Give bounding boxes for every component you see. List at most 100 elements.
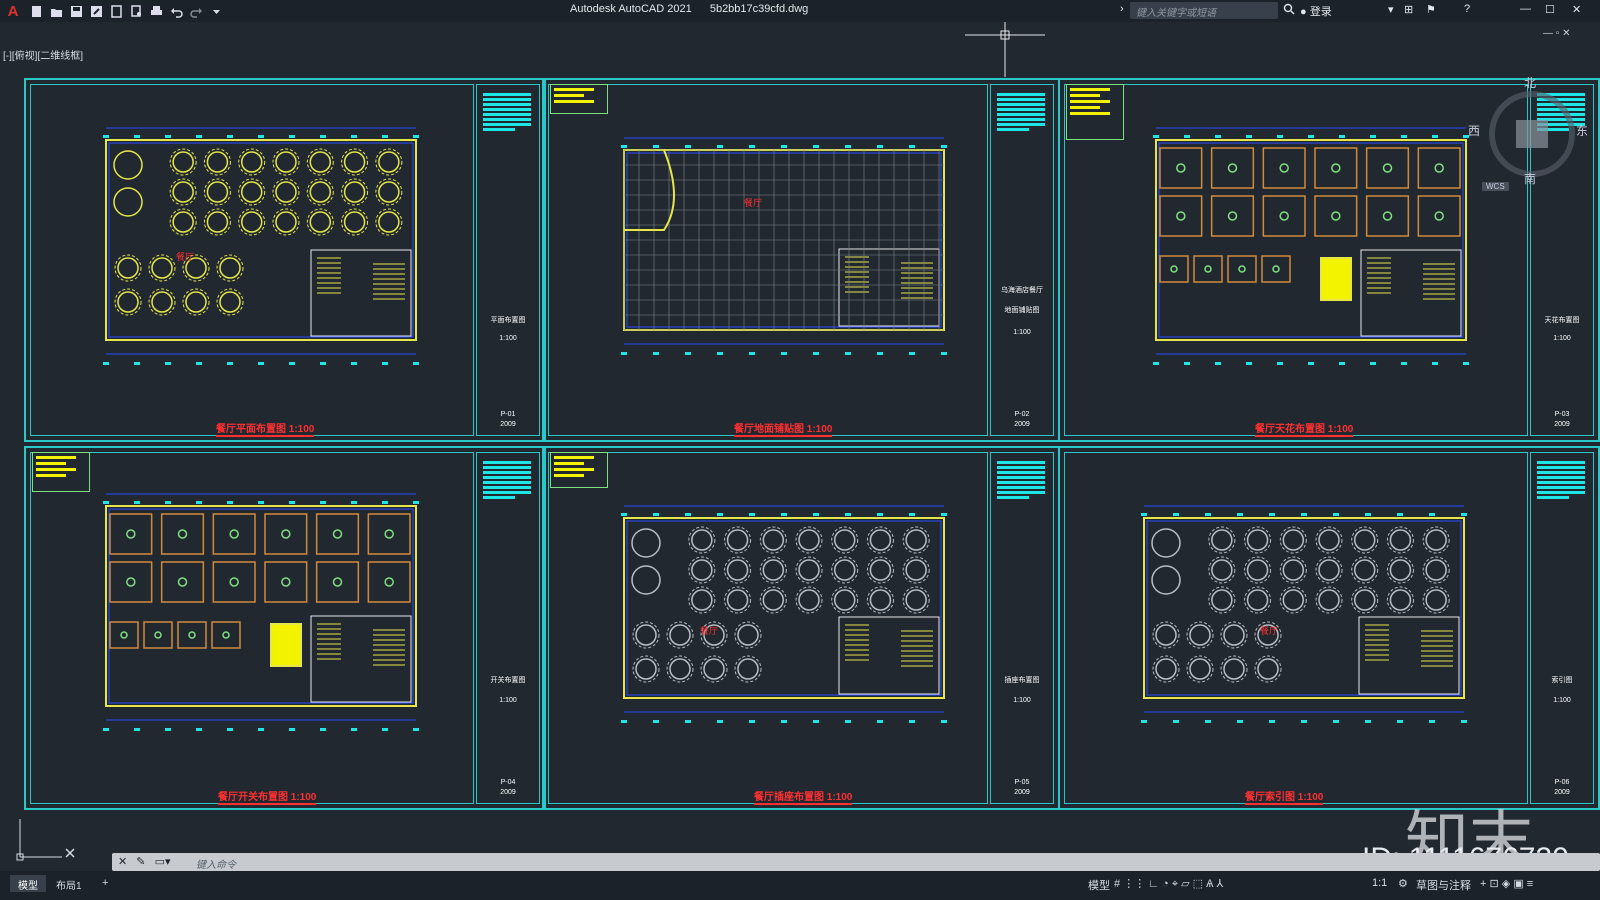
sheet-socket-plan[interactable]: 插座布置图 1:100 P-05 2009 餐厅 餐厅插座布置图 1:100 [542, 446, 1060, 810]
vip-table [113, 150, 143, 180]
vip-table [631, 565, 661, 595]
ortho-icon[interactable]: ∟ [1148, 878, 1159, 890]
viewport-controls[interactable]: [-][俯视][二维线框] [3, 47, 83, 62]
window-maximize-icon[interactable]: ☐ [1545, 3, 1555, 16]
round-table [151, 291, 173, 313]
wall-marker [1365, 513, 1371, 516]
new-icon[interactable] [27, 3, 45, 19]
viewcube-east[interactable]: 东 [1576, 122, 1588, 139]
window-minimize-icon[interactable]: — [1520, 3, 1531, 15]
light-fixture [120, 631, 128, 639]
light-fixture [1238, 265, 1246, 273]
command-line[interactable] [112, 853, 1600, 871]
tab-layout1[interactable]: 布局1 [48, 875, 90, 892]
round-table [1425, 589, 1447, 611]
plot-preview-icon[interactable] [127, 3, 145, 19]
cart-icon[interactable]: ⊞ [1404, 3, 1413, 16]
table-chairs [795, 556, 823, 584]
hall-label: 餐厅 [1260, 626, 1279, 636]
wall-marker [877, 513, 883, 516]
wrench-icon[interactable]: ✎ [136, 856, 145, 868]
round-table [691, 559, 713, 581]
workspace-switch[interactable]: 草图与注释 [1416, 877, 1471, 893]
round-table [726, 559, 749, 581]
viewport-minimize-icon[interactable]: — ▫ ✕ [1543, 28, 1570, 39]
wall-marker [227, 728, 233, 731]
undo-icon[interactable] [167, 3, 185, 19]
wall-marker [227, 501, 233, 504]
viewcube-north[interactable]: 北 [1524, 74, 1536, 91]
viewcube[interactable]: 北 西 东 南 WCS [1468, 76, 1588, 191]
customize-icon[interactable] [207, 3, 225, 19]
sheet-index-plan[interactable]: 索引图 1:100 P-06 2009 餐厅 餐厅索引图 1:100 [1058, 446, 1600, 810]
model-space-button[interactable]: 模型 [1088, 877, 1110, 893]
sheet-switch-plan[interactable]: 开关布置图 1:100 P-04 2009 餐厅开关布置图 1:100 [24, 446, 546, 810]
wall-marker [621, 720, 627, 723]
help-icon[interactable]: ? [1464, 3, 1470, 15]
table-chairs [700, 655, 728, 683]
table-chairs [1315, 586, 1343, 614]
add-layout-icon[interactable]: + [102, 877, 108, 889]
redo-icon[interactable] [187, 3, 205, 19]
round-table [172, 151, 194, 173]
search-icon[interactable] [1283, 3, 1295, 18]
chevron-down-icon[interactable]: ▾ [1388, 3, 1394, 16]
polar-icon[interactable]: ◔ [1162, 878, 1169, 890]
table-chairs [831, 556, 859, 584]
round-table [1318, 589, 1340, 611]
ceiling-panel [1159, 195, 1203, 237]
publish-icon[interactable] [107, 3, 125, 19]
search-expand-icon[interactable]: › [1120, 3, 1124, 15]
isolate-icon[interactable]: ◈ [1502, 878, 1510, 890]
open-icon[interactable] [47, 3, 65, 19]
wall-marker [1277, 362, 1283, 365]
wall-marker [413, 135, 419, 138]
round-table [1223, 658, 1245, 680]
round-table [726, 589, 749, 611]
recent-commands-icon[interactable]: ▭▾ [155, 856, 171, 868]
round-table [1318, 529, 1340, 551]
wall-marker [877, 720, 883, 723]
wall-marker [845, 145, 851, 148]
saveas-icon[interactable] [87, 3, 105, 19]
command-close-icon[interactable]: ✕ [118, 856, 127, 868]
selection-cycling-icon[interactable]: ⬚ [1193, 878, 1203, 890]
grid-icon[interactable]: # [1114, 878, 1120, 890]
application-menu-button[interactable]: A [1, 3, 25, 20]
viewcube-south[interactable]: 南 [1524, 170, 1536, 187]
gear-icon[interactable]: ⚙ [1398, 877, 1408, 890]
table-chairs [1422, 556, 1450, 584]
tab-model[interactable]: 模型 [10, 875, 46, 892]
sheet-floor-plan[interactable]: 平面布置图 1:100 P-01 2009 餐厅 餐厅平面布置图 1:100 [24, 78, 546, 442]
annotation-visibility-icon[interactable]: Ѧ [1206, 878, 1213, 890]
light-fixture [1170, 265, 1178, 273]
share-icon[interactable]: ⚑ [1426, 3, 1436, 16]
annotation-scale-icon[interactable]: ⅄ [1217, 878, 1224, 890]
clean-screen-icon[interactable]: ▣ [1513, 878, 1523, 890]
lineweight-icon[interactable]: ▱ [1181, 878, 1189, 890]
wcs-menu[interactable]: WCS [1482, 182, 1509, 191]
table-chairs [902, 586, 930, 614]
wall-marker [1463, 362, 1469, 365]
wall-marker [781, 720, 787, 723]
title-block: 乌海酒店餐厅 地面铺贴图 1:100 P-02 2009 [990, 84, 1054, 436]
plus-icon[interactable]: + [1480, 878, 1486, 890]
snap-icon[interactable]: ⋮⋮ [1123, 878, 1145, 890]
search-input[interactable]: 键入关键字或短语 [1130, 2, 1278, 19]
save-icon[interactable] [67, 3, 85, 19]
command-input[interactable]: 键入命令 [196, 856, 236, 871]
light-fixture [1227, 211, 1238, 221]
round-table [206, 181, 229, 203]
drawing-canvas[interactable]: [-][俯视][二维线框] — ▫ ✕ 平面布置图 1:100 P-01 200… [0, 22, 1600, 879]
units-icon[interactable]: ⊡ [1490, 878, 1499, 890]
wall-marker [351, 501, 357, 504]
window-close-icon[interactable]: ✕ [1572, 3, 1581, 16]
annotation-scale[interactable]: 1:1 [1372, 877, 1387, 889]
viewcube-west[interactable]: 西 [1468, 122, 1480, 139]
login-button[interactable]: ● 登录 [1300, 3, 1332, 19]
print-icon[interactable] [147, 3, 165, 19]
osnap-icon[interactable]: ⌖ [1172, 878, 1178, 890]
sheet-floor-tiling[interactable]: 乌海酒店餐厅 地面铺贴图 1:100 P-02 2009 餐厅 餐厅地面铺贴图 … [542, 78, 1060, 442]
menu-icon[interactable]: ≡ [1527, 878, 1533, 890]
table-chairs [306, 148, 334, 176]
